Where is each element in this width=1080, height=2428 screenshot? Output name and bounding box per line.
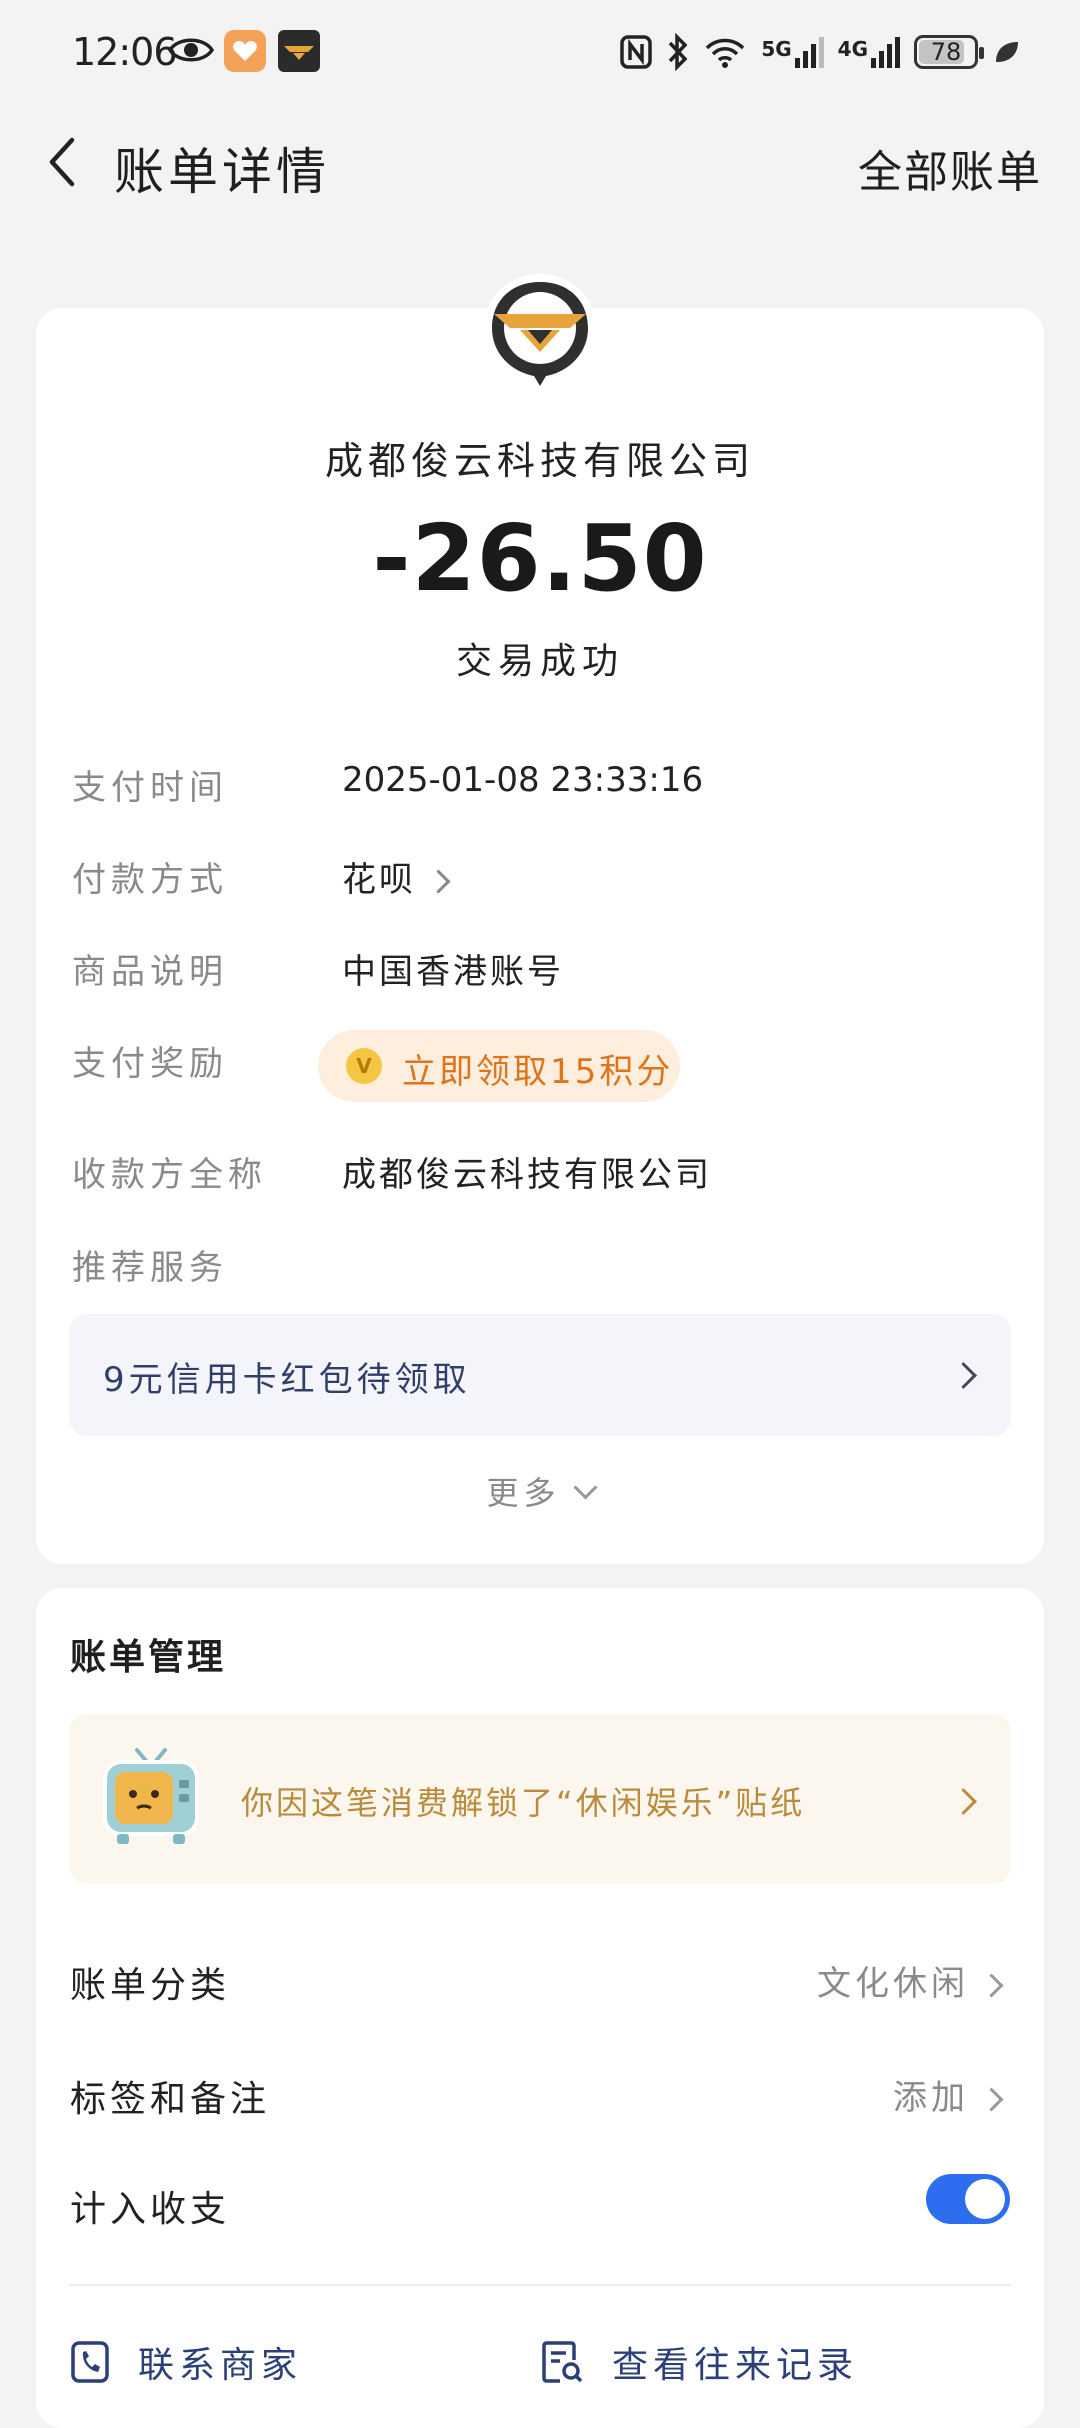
- view-history-button[interactable]: 查看往来记录: [540, 2336, 858, 2388]
- wifi-icon: [706, 38, 745, 68]
- signal-4g: 4G: [838, 36, 900, 68]
- product-value: 中国香港账号: [342, 952, 564, 992]
- credit-card-promo[interactable]: 9元信用卡红包待领取: [69, 1314, 1011, 1436]
- status-icons: 5G 4G 78: [619, 30, 1020, 74]
- tv-sticker-icon: [103, 1748, 199, 1844]
- count-toggle[interactable]: [926, 2174, 1010, 2224]
- nav-bar: 账单详情 全部账单: [0, 110, 1080, 220]
- leaf-icon: [996, 42, 1018, 62]
- promo-text: 9元信用卡红包待领取: [103, 1360, 471, 1400]
- tags-row[interactable]: 添加: [893, 2070, 1004, 2119]
- count-label: 计入收支: [70, 2189, 231, 2230]
- record-icon: [542, 2341, 583, 2383]
- more-button[interactable]: 更多: [0, 1468, 1080, 1514]
- nfc-icon: [620, 35, 653, 69]
- payee-value: 成都俊云科技有限公司: [342, 1155, 712, 1195]
- payee-label: 收款方全称: [72, 1155, 267, 1195]
- contact-merchant-label: 联系商家: [138, 2345, 303, 2386]
- category-label: 账单分类: [70, 1965, 231, 2006]
- sticker-banner[interactable]: 你因这笔消费解锁了“休闲娱乐”贴纸: [69, 1714, 1011, 1884]
- chevron-right-icon: [426, 869, 451, 894]
- chevron-right-icon: [979, 1973, 1004, 1998]
- pay-time-label: 支付时间: [72, 768, 228, 808]
- battery-indicator: 78: [914, 35, 984, 69]
- health-app-icon: [224, 30, 266, 72]
- chevron-down-icon: [572, 1475, 598, 1500]
- category-row[interactable]: 文化休闲: [817, 1956, 1004, 2005]
- toggle-knob: [965, 2179, 1005, 2219]
- status-time: 12:06: [72, 30, 178, 74]
- status-bar: 12:06 5G 4G 78: [0, 0, 1080, 100]
- reward-label: 支付奖励: [72, 1044, 228, 1084]
- merchant-name: 成都俊云科技有限公司: [324, 439, 755, 483]
- back-arrow-icon[interactable]: [36, 132, 96, 192]
- sticker-text: 你因这笔消费解锁了“休闲娱乐”贴纸: [241, 1784, 806, 1822]
- merchant-logo-icon: [482, 274, 598, 390]
- all-bills-link[interactable]: 全部账单: [858, 136, 1042, 200]
- reward-text: 立即领取15积分: [402, 1052, 674, 1092]
- page-title: 账单详情: [114, 143, 330, 201]
- chevron-right-icon: [979, 2087, 1004, 2112]
- chevron-right-icon: [950, 1788, 977, 1815]
- coin-icon: V: [346, 1048, 382, 1084]
- product-label: 商品说明: [72, 952, 228, 992]
- category-value: 文化休闲: [817, 1964, 969, 2004]
- more-label: 更多: [486, 1474, 561, 1512]
- management-title: 账单管理: [70, 1637, 227, 1678]
- eye-icon: [168, 38, 214, 62]
- divider: [69, 2284, 1011, 2286]
- signal-5g: 5G: [761, 36, 824, 68]
- pay-method-row[interactable]: 花呗: [342, 852, 451, 901]
- view-history-label: 查看往来记录: [612, 2345, 859, 2386]
- recommend-label: 推荐服务: [72, 1248, 228, 1288]
- transaction-amount: -26.50: [372, 505, 708, 612]
- tags-value: 添加: [893, 2078, 969, 2118]
- contact-merchant-button[interactable]: 联系商家: [70, 2336, 302, 2388]
- reward-claim-button[interactable]: V 立即领取15积分: [318, 1030, 680, 1102]
- phone-icon: [71, 2341, 109, 2383]
- chevron-right-icon: [950, 1362, 977, 1389]
- transaction-status: 交易成功: [455, 641, 624, 682]
- pay-method-label: 付款方式: [72, 860, 228, 900]
- pay-method-value: 花呗: [342, 860, 416, 900]
- bluetooth-icon: [669, 33, 688, 71]
- tags-label: 标签和备注: [70, 2079, 271, 2120]
- merchant-app-icon: [278, 30, 320, 72]
- pay-time-value: 2025-01-08 23:33:16: [342, 760, 704, 800]
